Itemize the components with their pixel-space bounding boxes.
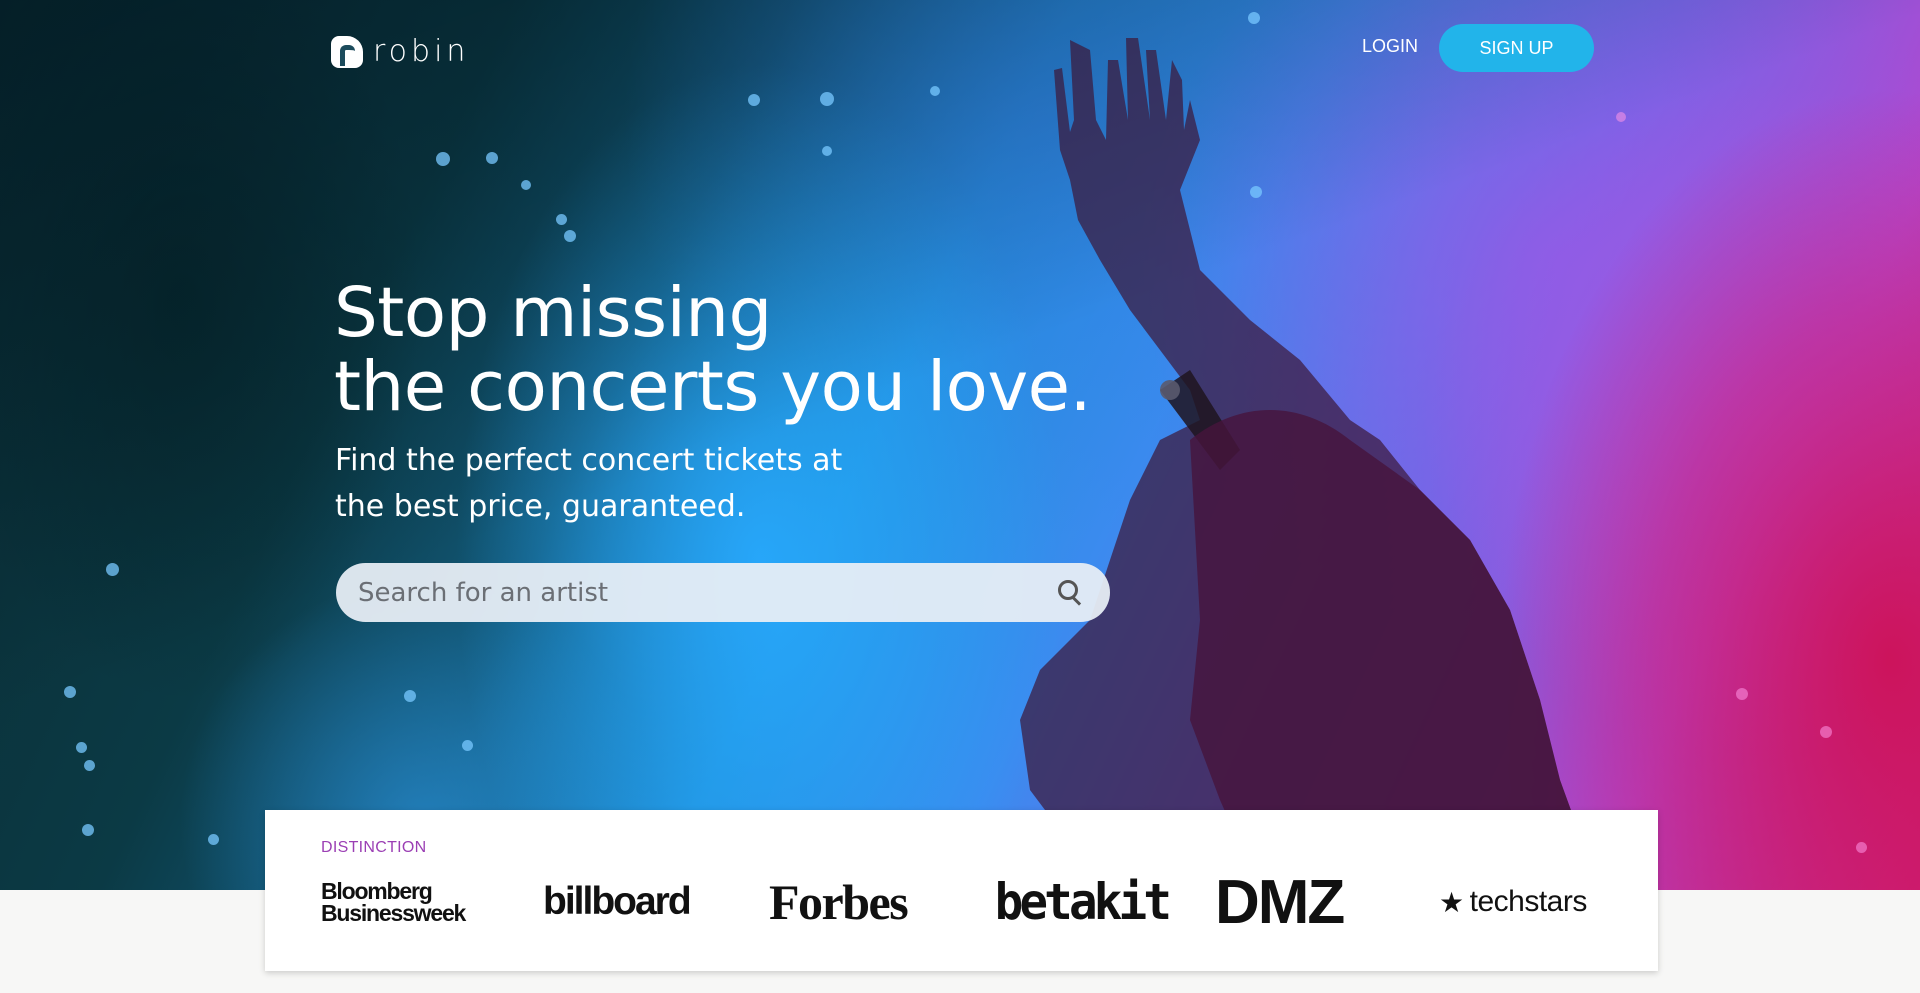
- forbes-logo: Forbes: [769, 874, 909, 930]
- hero-headline: Stop missing the concerts you love.: [334, 273, 1092, 427]
- subheadline-line: the best price, guaranteed.: [335, 489, 746, 524]
- logo-text: robin: [373, 34, 470, 69]
- bokeh-light: [1856, 842, 1867, 853]
- signup-button[interactable]: SIGN UP: [1439, 24, 1594, 72]
- techstars-logo-text: techstars: [1469, 885, 1588, 918]
- bokeh-light: [1736, 688, 1748, 700]
- bokeh-light: [521, 180, 531, 190]
- bokeh-light: [82, 824, 94, 836]
- headline-line: Stop missing: [334, 273, 772, 353]
- hero-haze: [0, 0, 1920, 890]
- artist-search-bar: [336, 563, 1110, 622]
- bokeh-light: [208, 834, 219, 845]
- distinction-panel: DISTINCTION Bloomberg Businessweek billb…: [265, 810, 1658, 971]
- subheadline-line: Find the perfect concert tickets at: [335, 443, 843, 478]
- search-icon[interactable]: [1058, 579, 1084, 606]
- login-link[interactable]: LOGIN: [1362, 36, 1418, 57]
- bokeh-light: [930, 86, 940, 96]
- bokeh-light: [84, 760, 95, 771]
- betakit-logo: betakit: [994, 873, 1172, 931]
- bokeh-light: [462, 740, 473, 751]
- bokeh-light: [404, 690, 416, 702]
- performer-silhouette: [1000, 38, 1600, 890]
- hero-section: robin LOGIN SIGN UP Stop missing the con…: [0, 0, 1920, 890]
- bokeh-light: [1820, 726, 1832, 738]
- techstars-star-icon: ★: [1439, 886, 1464, 918]
- artist-search-input[interactable]: [358, 577, 1058, 608]
- bloomberg-logo-line: Bloomberg: [321, 878, 433, 904]
- bokeh-light: [820, 92, 834, 106]
- dmz-logo: DMZ: [1215, 867, 1345, 937]
- bokeh-light: [556, 214, 567, 225]
- techstars-logo: ★ techstars: [1439, 872, 1587, 932]
- bokeh-light: [1616, 112, 1626, 122]
- bokeh-light: [106, 563, 119, 576]
- billboard-logo: billboard: [543, 880, 692, 923]
- bokeh-light: [822, 146, 832, 156]
- bokeh-light: [486, 152, 498, 164]
- bloomberg-logo-line: Businessweek: [321, 900, 466, 926]
- hero-subheadline: Find the perfect concert tickets at the …: [335, 438, 842, 530]
- robin-logo-icon: [331, 35, 363, 68]
- robin-logo[interactable]: robin: [331, 34, 469, 69]
- bokeh-light: [436, 152, 450, 166]
- bokeh-light: [76, 742, 87, 753]
- bokeh-light: [748, 94, 760, 106]
- bloomberg-businessweek-logo: Bloomberg Businessweek: [321, 872, 491, 932]
- bokeh-light: [64, 686, 76, 698]
- distinction-label: DISTINCTION: [321, 839, 427, 856]
- headline-line: the concerts you love.: [334, 347, 1092, 427]
- bokeh-light: [564, 230, 576, 242]
